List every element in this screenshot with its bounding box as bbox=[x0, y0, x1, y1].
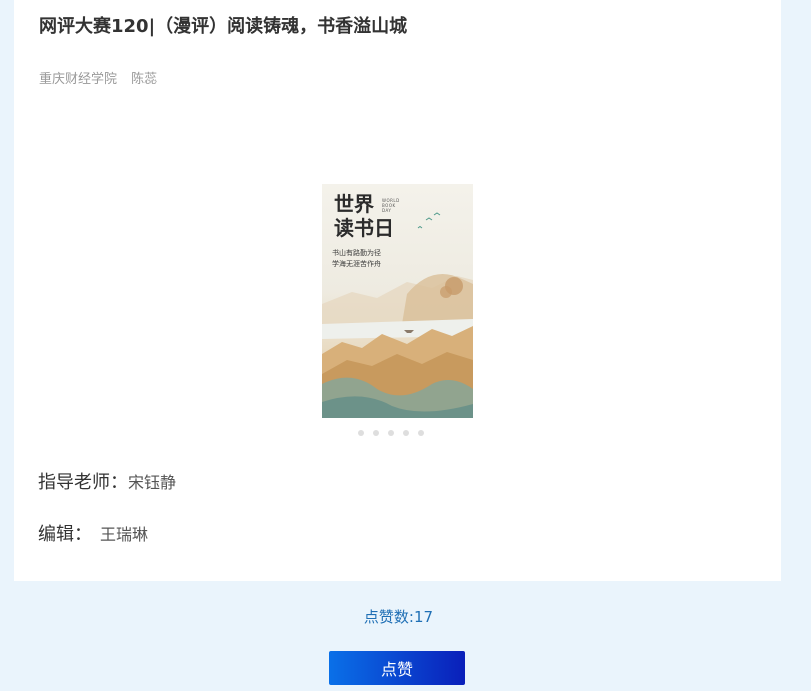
carousel-dot[interactable] bbox=[418, 430, 424, 436]
author-name: 陈蕊 bbox=[131, 72, 158, 87]
carousel-dots bbox=[358, 421, 433, 436]
carousel-dot[interactable] bbox=[403, 430, 409, 436]
teacher-label: 指导老师： bbox=[38, 472, 128, 493]
article-title: 网评大赛120|（漫评）阅读铸魂，书香溢山城 bbox=[39, 16, 408, 37]
editor-label: 编辑： bbox=[38, 524, 92, 545]
carousel-dot[interactable] bbox=[388, 430, 394, 436]
teacher-name: 宋钰静 bbox=[128, 473, 177, 492]
like-button[interactable]: 点赞 bbox=[329, 651, 465, 685]
poster-tagline: 书山有路勤为径 学海无涯苦作舟 bbox=[332, 249, 381, 268]
article-card: 网评大赛120|（漫评）阅读铸魂，书香溢山城 重庆财经学院 陈蕊 世界 读书日 … bbox=[14, 0, 781, 581]
poster-image[interactable]: 世界 读书日 WORLD BOOK DAY 书山有路勤为径 学海无涯苦作舟 bbox=[322, 184, 473, 418]
editor-name: 王瑞琳 bbox=[100, 525, 149, 544]
poster-subtitle: WORLD BOOK DAY bbox=[382, 198, 400, 213]
author-school: 重庆财经学院 bbox=[39, 72, 118, 87]
carousel-dot[interactable] bbox=[358, 430, 364, 436]
carousel-dot[interactable] bbox=[373, 430, 379, 436]
article-meta: 重庆财经学院 陈蕊 bbox=[39, 68, 157, 87]
teacher-line: 指导老师：宋钰静 bbox=[38, 468, 176, 494]
like-count: 点赞数:17 bbox=[363, 608, 434, 626]
editor-line: 编辑： 王瑞琳 bbox=[38, 520, 148, 546]
